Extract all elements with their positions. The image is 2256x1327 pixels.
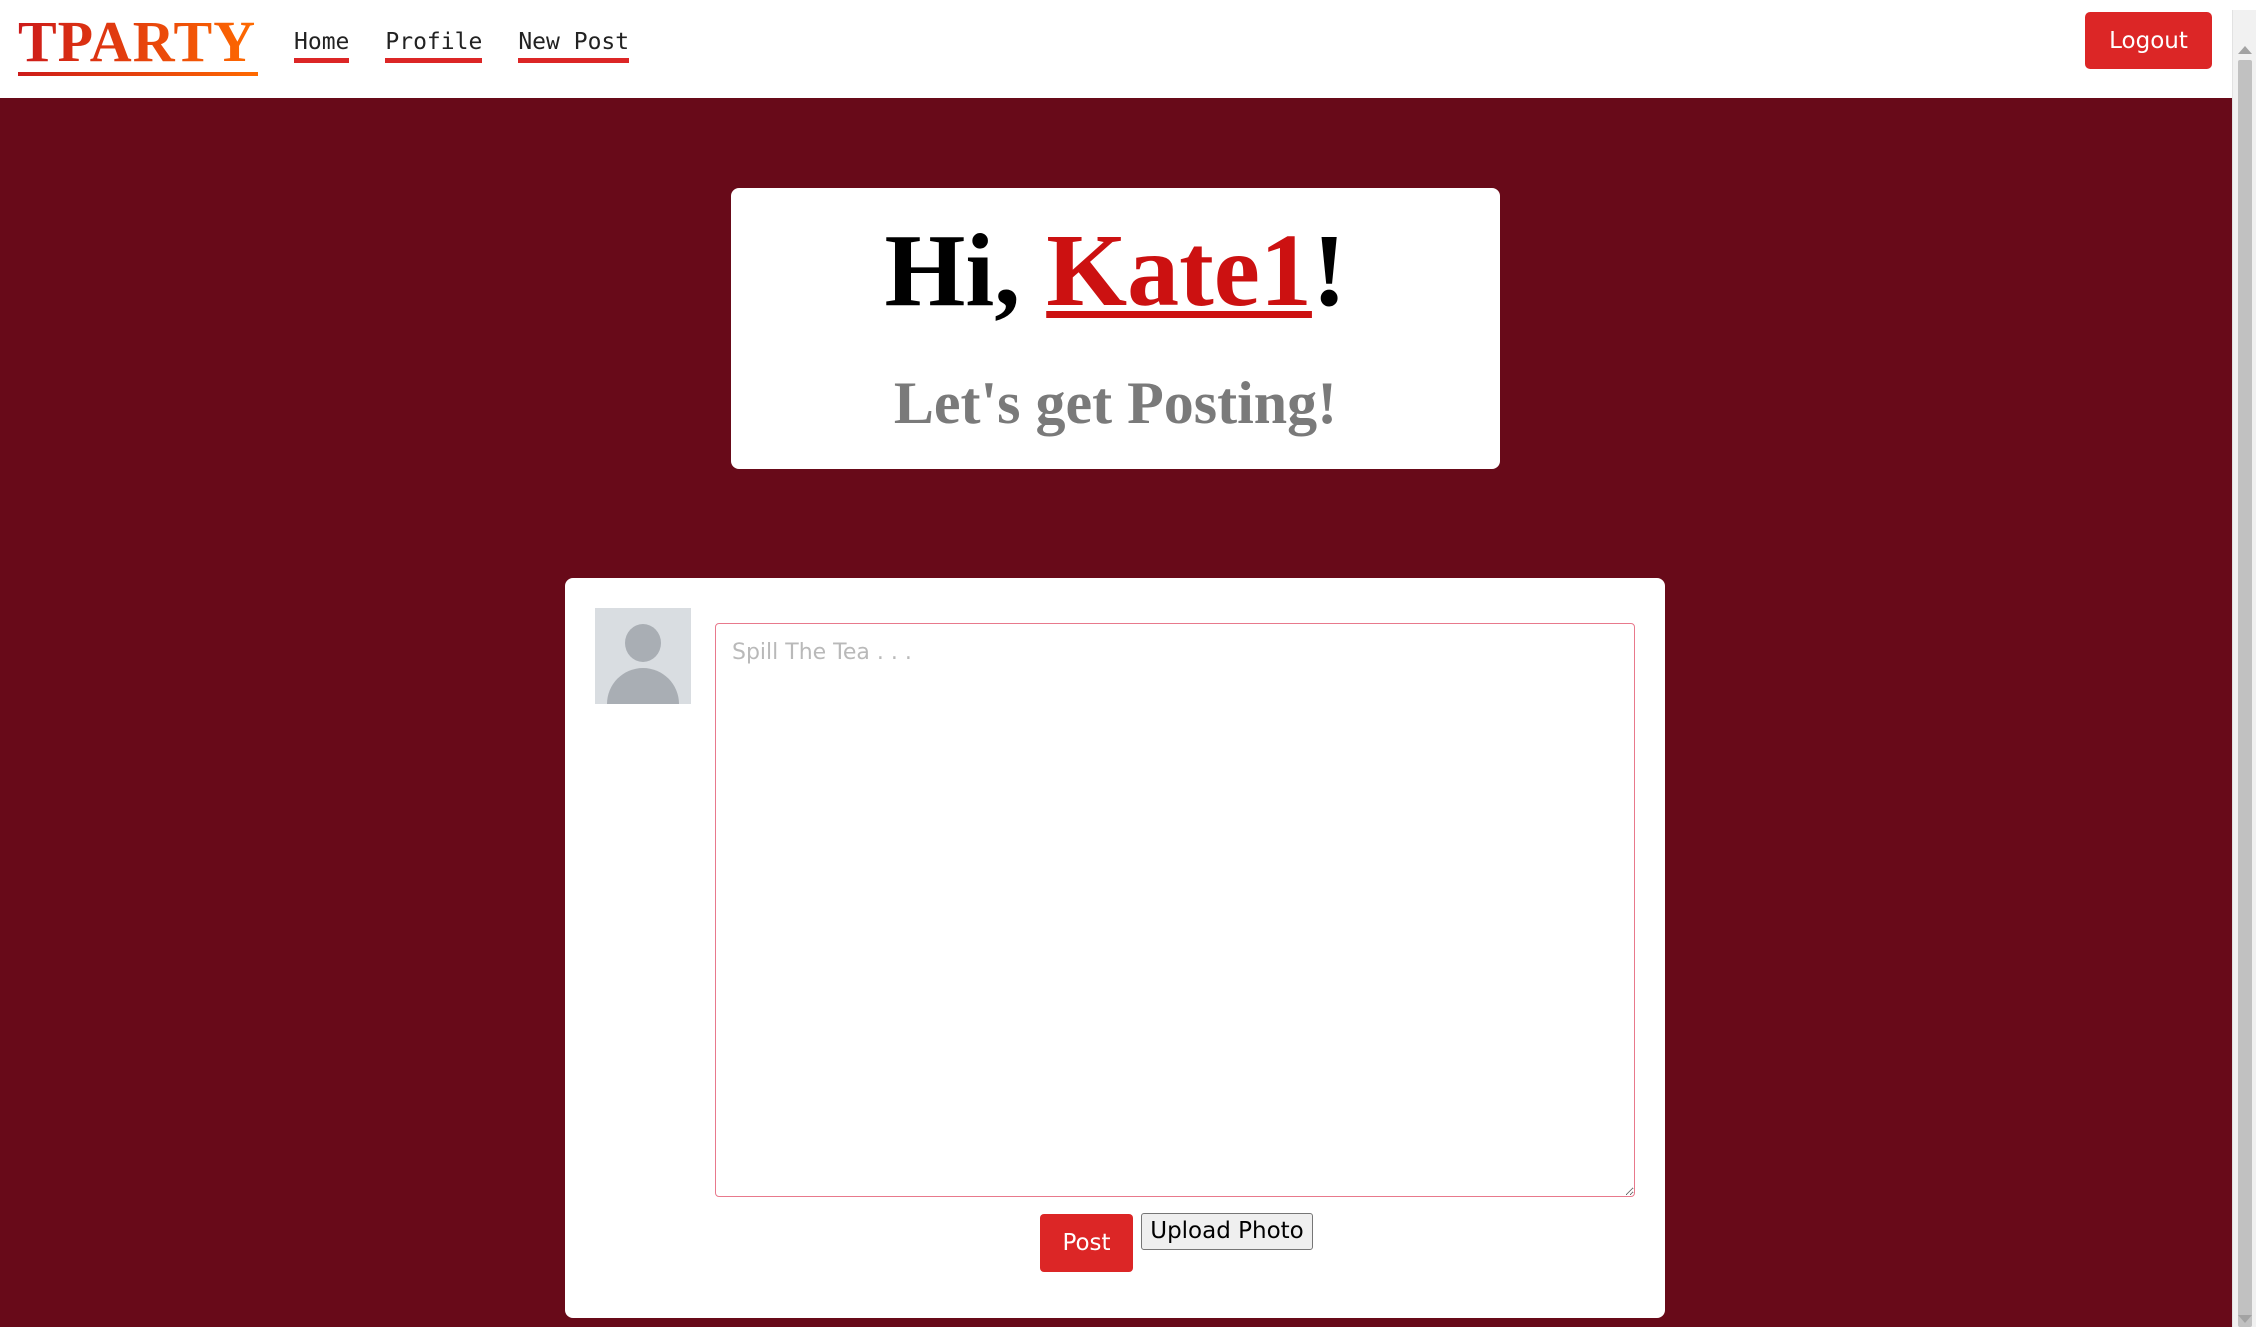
greeting-heading: Hi, Kate1! bbox=[731, 216, 1500, 326]
post-composer-card: Post Upload Photo bbox=[565, 578, 1665, 1318]
nav-link-home[interactable]: Home bbox=[294, 27, 350, 63]
nav-link-profile[interactable]: Profile bbox=[385, 27, 483, 63]
top-navbar: TPARTY Home Profile New Post Logout bbox=[0, 10, 2232, 98]
greeting-suffix: ! bbox=[1311, 213, 1347, 328]
scrollbar-thumb[interactable] bbox=[2238, 60, 2252, 1327]
logout-button[interactable]: Logout bbox=[2085, 12, 2212, 69]
greeting-card: Hi, Kate1! Let's get Posting! bbox=[731, 188, 1500, 469]
scroll-down-arrow-icon[interactable] bbox=[2238, 1315, 2252, 1323]
scroll-up-arrow-icon[interactable] bbox=[2238, 46, 2252, 54]
nav-links: Home Profile New Post bbox=[294, 27, 630, 63]
brand-logo[interactable]: TPARTY bbox=[18, 10, 256, 74]
avatar bbox=[595, 608, 691, 704]
brand-underline bbox=[18, 72, 258, 76]
username-link[interactable]: Kate1 bbox=[1046, 213, 1312, 328]
greeting-subtitle: Let's get Posting! bbox=[893, 370, 1338, 436]
avatar-person-icon bbox=[625, 624, 661, 662]
avatar-person-body bbox=[607, 668, 679, 704]
post-text-input[interactable] bbox=[715, 623, 1635, 1197]
upload-photo-button[interactable]: Upload Photo bbox=[1141, 1213, 1313, 1250]
nav-link-new-post[interactable]: New Post bbox=[518, 27, 630, 63]
vertical-scrollbar[interactable] bbox=[2232, 10, 2256, 1327]
greeting-prefix: Hi, bbox=[884, 213, 1047, 328]
post-button[interactable]: Post bbox=[1040, 1214, 1133, 1272]
